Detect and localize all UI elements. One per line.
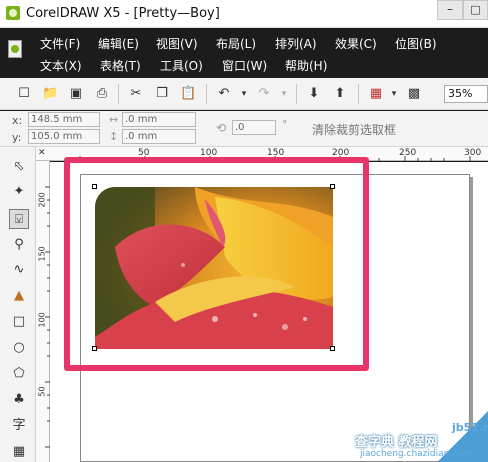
coreldraw-logo-icon — [6, 6, 20, 20]
export-icon[interactable]: ⬆ — [332, 86, 348, 102]
ruler-label: 100 — [37, 312, 47, 328]
height-field[interactable]: .0 mm — [122, 129, 196, 144]
paste-icon[interactable]: 📋 — [180, 86, 196, 102]
document-icon[interactable] — [8, 40, 22, 58]
watermark-url: jiaocheng.chazidian.com — [360, 449, 472, 459]
ruler-label: 150 — [37, 246, 47, 262]
ruler-label: 300 — [464, 148, 482, 158]
menu-help[interactable]: 帮助(H) — [285, 58, 327, 74]
rotation-angle-field[interactable]: .0 — [232, 120, 276, 135]
x-position-field[interactable]: 148.5 mm — [28, 112, 100, 127]
redo-dropdown-icon[interactable]: ▾ — [276, 86, 292, 102]
ruler-label: 200 — [37, 192, 47, 208]
menu-file[interactable]: 文件(F) — [40, 36, 80, 52]
rectangle-tool-icon[interactable]: □ — [9, 312, 29, 332]
freehand-tool-icon[interactable]: ∿ — [9, 260, 29, 280]
table-tool-icon[interactable]: ▦ — [9, 442, 29, 462]
highlight-annotation-frame — [64, 157, 369, 371]
open-icon[interactable]: 📁 — [42, 86, 58, 102]
rotate-icon: ⟲ — [216, 121, 227, 135]
menu-bitmaps[interactable]: 位图(B) — [395, 36, 437, 52]
toolbar-divider — [206, 84, 207, 104]
menu-edit[interactable]: 编辑(E) — [98, 36, 139, 52]
width-icon: ↔ — [109, 113, 119, 126]
toolbar-divider — [296, 84, 297, 104]
import-icon[interactable]: ⬇ — [306, 86, 322, 102]
watermark-text: 查字典 教程网 — [355, 435, 438, 450]
menu-effects[interactable]: 效果(C) — [335, 36, 377, 52]
vertical-ruler[interactable]: 200 150 100 50 — [36, 161, 50, 462]
pick-tool-icon[interactable]: ⬁ — [9, 157, 29, 177]
cut-icon[interactable]: ✂ — [128, 86, 144, 102]
crop-tool-icon[interactable]: ⍌ — [9, 209, 29, 229]
ellipse-tool-icon[interactable]: ○ — [9, 338, 29, 358]
title-bar: CorelDRAW X5 - [Pretty—Boy] – □ — [0, 0, 488, 28]
app-launcher-icon[interactable]: ▩ — [406, 86, 422, 102]
window-title: CorelDRAW X5 - [Pretty—Boy] — [26, 6, 220, 21]
ruler-label: 50 — [37, 386, 47, 397]
copy-icon[interactable]: ❐ — [154, 86, 170, 102]
menu-text[interactable]: 文本(X) — [40, 58, 82, 74]
menu-window[interactable]: 窗口(W) — [222, 58, 267, 74]
watermark-domain: jb51.net — [452, 421, 488, 434]
height-icon: ↕ — [109, 130, 119, 143]
ruler-label: 250 — [399, 148, 417, 158]
redo-icon[interactable]: ↷ — [256, 86, 272, 102]
toolbar-divider — [118, 84, 119, 104]
undo-dropdown-icon[interactable]: ▾ — [236, 86, 252, 102]
smart-fill-tool-icon[interactable]: ▲ — [9, 286, 29, 306]
zoom-level-field[interactable]: 35% — [444, 85, 488, 103]
basic-shapes-tool-icon[interactable]: ♣ — [9, 390, 29, 410]
x-label: x: — [12, 114, 23, 127]
clear-crop-button[interactable]: 清除裁剪选取框 — [312, 121, 396, 138]
menu-view[interactable]: 视图(V) — [156, 36, 198, 52]
zoom-tool-icon[interactable]: ⚲ — [9, 235, 29, 255]
save-icon[interactable]: ▣ — [68, 86, 84, 102]
publish-dropdown-icon[interactable]: ▾ — [386, 86, 402, 102]
y-label: y: — [12, 131, 22, 144]
menu-tools[interactable]: 工具(O) — [160, 58, 203, 74]
polygon-tool-icon[interactable]: ⬠ — [9, 364, 29, 384]
publish-icon[interactable]: ▦ — [368, 86, 384, 102]
standard-toolbar: ☐ 📁 ▣ ⎙ ✂ ❐ 📋 ↶ ▾ ↷ ▾ ⬇ ⬆ ▦ ▾ ▩ — [0, 78, 488, 110]
toolbar-divider — [358, 84, 359, 104]
menu-arrange[interactable]: 排列(A) — [275, 36, 317, 52]
minimize-button[interactable]: – — [437, 0, 463, 20]
maximize-button[interactable]: □ — [463, 0, 488, 20]
undo-icon[interactable]: ↶ — [216, 86, 232, 102]
new-icon[interactable]: ☐ — [16, 86, 32, 102]
print-icon[interactable]: ⎙ — [94, 86, 110, 102]
ruler-origin-icon[interactable]: ✕ — [38, 148, 46, 158]
degree-symbol: ° — [282, 118, 288, 131]
text-tool-icon[interactable]: 字 — [9, 416, 29, 436]
toolbox: ⬁ ✦ ⍌ ⚲ ∿ ▲ □ ○ ⬠ ♣ 字 ▦ — [0, 147, 36, 462]
menu-layout[interactable]: 布局(L) — [216, 36, 256, 52]
y-position-field[interactable]: 105.0 mm — [28, 129, 100, 144]
menu-bar: 文件(F) 编辑(E) 视图(V) 布局(L) 排列(A) 效果(C) 位图(B… — [0, 28, 488, 78]
shape-tool-icon[interactable]: ✦ — [9, 182, 29, 202]
menu-table[interactable]: 表格(T) — [100, 58, 141, 74]
width-field[interactable]: .0 mm — [122, 112, 196, 127]
